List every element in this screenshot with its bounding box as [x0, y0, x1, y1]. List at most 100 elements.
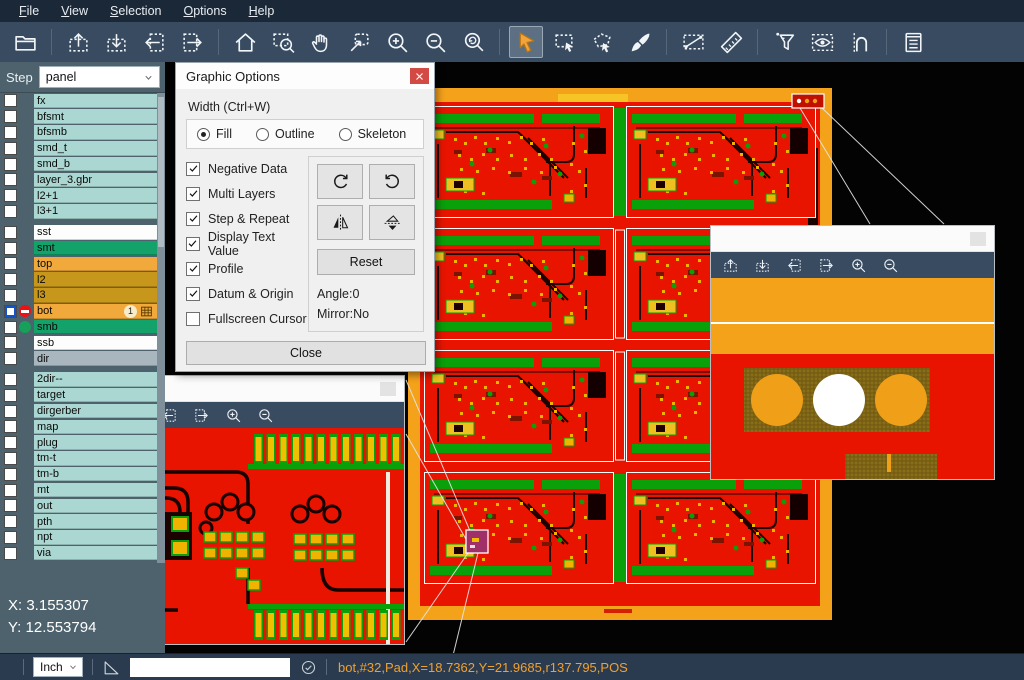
layer-row-l3+1[interactable]: l3+1: [0, 204, 157, 220]
layer-visibility-checkbox[interactable]: [4, 142, 17, 155]
select-polygon-button[interactable]: [585, 26, 619, 58]
layer-visibility-checkbox[interactable]: [4, 158, 17, 171]
layer-row-l3[interactable]: l3: [0, 288, 157, 304]
radio-fill[interactable]: Fill: [197, 127, 232, 141]
layer-row-tm-b[interactable]: tm-b: [0, 466, 157, 482]
checkbox-negative-data[interactable]: Negative Data: [186, 156, 308, 181]
menu-view[interactable]: View: [50, 2, 99, 20]
layer-row-plug[interactable]: plug: [0, 435, 157, 451]
pan-view-button[interactable]: [342, 26, 376, 58]
checkbox-profile[interactable]: Profile: [186, 256, 308, 281]
move-up-button[interactable]: [61, 26, 95, 58]
close-button[interactable]: Close: [186, 341, 426, 365]
zoom-window-button[interactable]: [266, 26, 300, 58]
layer-row-bfsmt[interactable]: bfsmt: [0, 109, 157, 125]
unit-select[interactable]: Inch: [33, 657, 83, 677]
open-file-button[interactable]: [8, 26, 42, 58]
menu-selection[interactable]: Selection: [99, 2, 172, 20]
layer-visibility-checkbox[interactable]: [4, 389, 17, 402]
layer-row-top[interactable]: top: [0, 256, 157, 272]
radio-outline[interactable]: Outline: [256, 127, 315, 141]
layer-visibility-checkbox[interactable]: [4, 436, 17, 449]
layer-visibility-checkbox[interactable]: [4, 126, 17, 139]
layer-visibility-checkbox[interactable]: [4, 405, 17, 418]
layer-visibility-checkbox[interactable]: [4, 110, 17, 123]
command-input[interactable]: [130, 658, 290, 677]
layer-visibility-checkbox[interactable]: [4, 173, 17, 186]
layer-visibility-checkbox[interactable]: [4, 499, 17, 512]
menu-options[interactable]: Options: [172, 2, 237, 20]
step-select[interactable]: panel: [39, 66, 160, 88]
layer-row-tm-t[interactable]: tm-t: [0, 451, 157, 467]
zoom-in-button[interactable]: [380, 26, 414, 58]
layer-list-scrollbar[interactable]: [157, 93, 165, 563]
zoom-window-titlebar[interactable]: [711, 226, 994, 252]
layer-row-npt[interactable]: npt: [0, 530, 157, 546]
layer-row-dir[interactable]: dir: [0, 351, 157, 367]
dialog-titlebar[interactable]: Graphic Options: [176, 63, 434, 89]
apply-check-icon[interactable]: [300, 659, 317, 676]
layer-row-dirgerber[interactable]: dirgerber: [0, 403, 157, 419]
mirror-horizontal-button[interactable]: [369, 205, 415, 240]
layer-visibility-checkbox[interactable]: [4, 273, 17, 286]
checkbox-step-repeat[interactable]: Step & Repeat: [186, 206, 308, 231]
rotate-cw-button[interactable]: [317, 164, 363, 199]
layer-visibility-checkbox[interactable]: [4, 305, 17, 318]
layer-row-fx[interactable]: fx: [0, 93, 157, 109]
zoom-in-button[interactable]: [222, 404, 244, 426]
window-button[interactable]: [970, 232, 986, 246]
select-pointer-button[interactable]: [509, 26, 543, 58]
pan-down-button[interactable]: [751, 254, 773, 276]
pan-hand-button[interactable]: [304, 26, 338, 58]
layer-visibility-checkbox[interactable]: [4, 373, 17, 386]
layer-row-map[interactable]: map: [0, 419, 157, 435]
zoom-in-button[interactable]: [847, 254, 869, 276]
pan-up-button[interactable]: [719, 254, 741, 276]
layer-visibility-checkbox[interactable]: [4, 321, 17, 334]
reset-button[interactable]: Reset: [317, 249, 415, 275]
layer-visibility-checkbox[interactable]: [4, 242, 17, 255]
layer-visibility-checkbox[interactable]: [4, 352, 17, 365]
layer-visibility-checkbox[interactable]: [4, 205, 17, 218]
window-button[interactable]: [380, 382, 396, 396]
menu-file[interactable]: File: [8, 2, 50, 20]
layer-visibility-checkbox[interactable]: [4, 420, 17, 433]
angle-mode-icon[interactable]: [102, 658, 121, 677]
menu-help[interactable]: Help: [238, 2, 286, 20]
layer-row-mt[interactable]: mt: [0, 482, 157, 498]
layer-row-smb[interactable]: smb: [0, 319, 157, 335]
layer-visibility-checkbox[interactable]: [4, 94, 17, 107]
layer-visibility-checkbox[interactable]: [4, 226, 17, 239]
layer-row-l2[interactable]: l2: [0, 272, 157, 288]
layer-visibility-checkbox[interactable]: [4, 452, 17, 465]
measure-ruler-button[interactable]: [714, 26, 748, 58]
layer-visibility-checkbox[interactable]: [4, 515, 17, 528]
layer-row-pth[interactable]: pth: [0, 514, 157, 530]
zoom-out-button[interactable]: [254, 404, 276, 426]
layer-row-via[interactable]: via: [0, 545, 157, 561]
layer-row-smd_b[interactable]: smd_b: [0, 156, 157, 172]
layer-row-layer_3.gbr[interactable]: layer_3.gbr: [0, 172, 157, 188]
layer-row-target[interactable]: target: [0, 387, 157, 403]
layer-visibility-checkbox[interactable]: [4, 547, 17, 560]
filter-button[interactable]: [767, 26, 801, 58]
layer-row-bot[interactable]: bot1: [0, 303, 157, 319]
radio-skeleton[interactable]: Skeleton: [339, 127, 407, 141]
report-button[interactable]: [896, 26, 930, 58]
layer-visibility-checkbox[interactable]: [4, 336, 17, 349]
layer-row-out[interactable]: out: [0, 498, 157, 514]
zoom-home-button[interactable]: [228, 26, 262, 58]
measure-point-button[interactable]: [676, 26, 710, 58]
select-rectangle-button[interactable]: [547, 26, 581, 58]
layer-visibility-checkbox[interactable]: [4, 484, 17, 497]
layer-row-bfsmb[interactable]: bfsmb: [0, 125, 157, 141]
highlight-brush-button[interactable]: [623, 26, 657, 58]
rotate-ccw-button[interactable]: [369, 164, 415, 199]
layer-row-2dir--[interactable]: 2dir--: [0, 372, 157, 388]
pan-right-button[interactable]: [815, 254, 837, 276]
layer-row-sst[interactable]: sst: [0, 224, 157, 240]
zoom-previous-button[interactable]: [456, 26, 490, 58]
move-down-button[interactable]: [99, 26, 133, 58]
move-right-button[interactable]: [175, 26, 209, 58]
layer-row-smd_t[interactable]: smd_t: [0, 140, 157, 156]
